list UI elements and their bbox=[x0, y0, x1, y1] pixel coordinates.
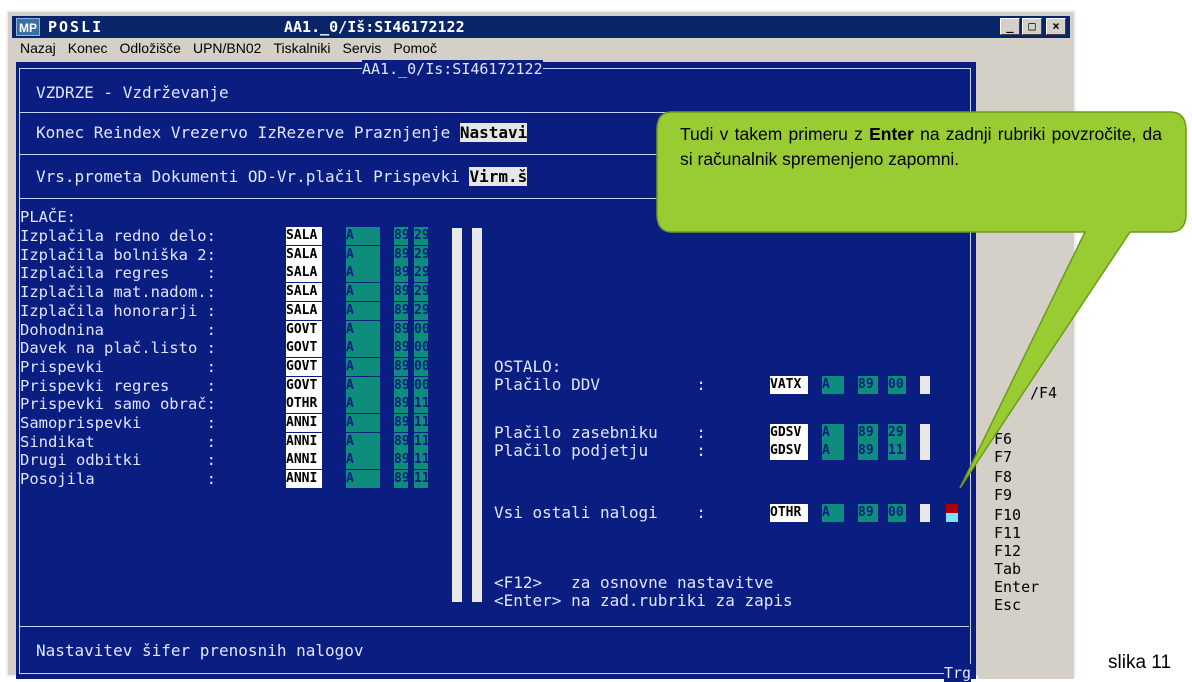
callout-text: Tudi v takem primeru z Enter na zadnji r… bbox=[680, 122, 1162, 172]
callout-text-bold: Enter bbox=[869, 124, 914, 144]
callout-text-part: Tudi v takem primeru z bbox=[680, 124, 870, 144]
callout-bubble bbox=[656, 111, 1187, 489]
figure-caption: slika 11 bbox=[1108, 652, 1172, 673]
